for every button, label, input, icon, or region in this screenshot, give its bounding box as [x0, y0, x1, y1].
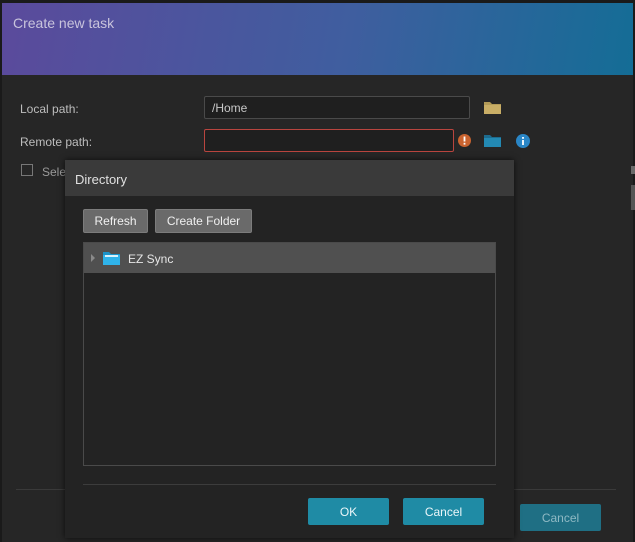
- directory-dialog-header: Directory: [65, 160, 514, 196]
- info-icon[interactable]: [516, 134, 530, 151]
- refresh-button[interactable]: Refresh: [83, 209, 148, 233]
- create-folder-button[interactable]: Create Folder: [155, 209, 252, 233]
- folder-icon: [102, 250, 121, 269]
- task-cancel-button[interactable]: Cancel: [520, 504, 601, 531]
- remote-folder-browse-icon[interactable]: [483, 132, 502, 151]
- directory-cancel-button[interactable]: Cancel: [403, 498, 484, 525]
- ok-button[interactable]: OK: [308, 498, 389, 525]
- directory-footer-divider: [83, 484, 496, 485]
- dialog-header: Create new task: [2, 3, 633, 75]
- local-path-input[interactable]: [204, 96, 470, 119]
- window-edge-decoration: [630, 160, 635, 213]
- remote-path-input[interactable]: [204, 129, 454, 152]
- directory-dialog: Directory Refresh Create Folder EZ Sync …: [65, 160, 514, 538]
- directory-tree: EZ Sync: [83, 242, 496, 466]
- error-icon: [458, 134, 471, 150]
- tree-item-label: EZ Sync: [128, 252, 174, 266]
- expand-caret-icon[interactable]: [91, 254, 95, 262]
- remote-path-label: Remote path:: [20, 135, 93, 149]
- local-folder-browse-icon[interactable]: [483, 99, 502, 118]
- select-checkbox[interactable]: [21, 164, 33, 176]
- dialog-title: Create new task: [13, 15, 115, 31]
- directory-dialog-title: Directory: [75, 172, 128, 187]
- local-path-label: Local path:: [20, 102, 79, 116]
- tree-item-ez-sync[interactable]: EZ Sync: [84, 243, 495, 273]
